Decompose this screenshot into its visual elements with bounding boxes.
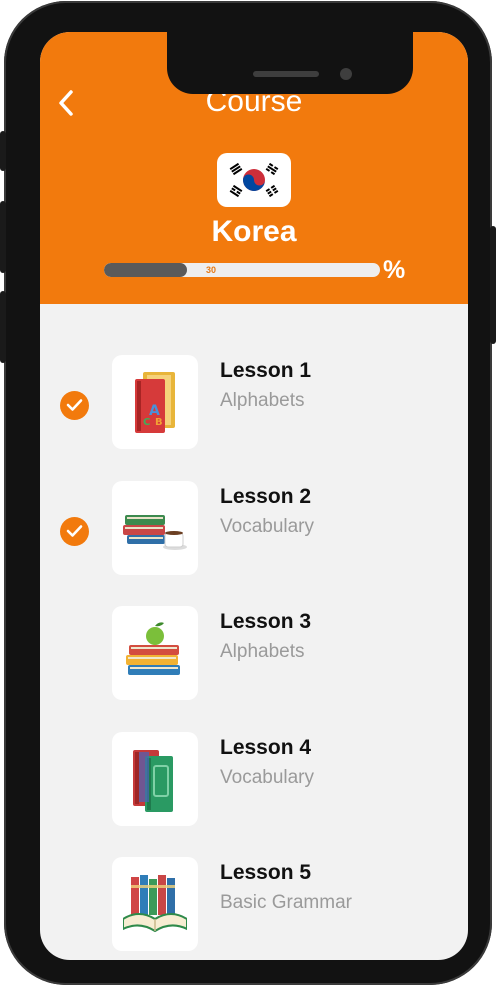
progress-fill [104,263,187,277]
country-name: Korea [211,215,297,248]
lesson-subtitle: Alphabets [220,641,305,662]
lesson-item-2[interactable]: Lesson 2 Vocabulary [40,481,468,581]
volume-down-button [0,291,6,363]
lesson-title: Lesson 3 [220,610,312,633]
lesson-item-3[interactable]: Lesson 3 Alphabets [40,606,468,706]
lesson-subtitle: Vocabulary [220,767,315,788]
phone-frame: Course Korea 30 % A C B Lesson 1 Alphabe… [0,1,496,985]
svg-text:C: C [143,417,150,428]
lesson-title: Lesson 1 [220,359,312,382]
lesson-thumbnail [112,481,198,575]
notch [167,32,413,94]
course-progress-bar: 30 [104,263,380,277]
lesson-subtitle: Vocabulary [220,516,315,537]
lesson-thumbnail [112,857,198,951]
south-korea-flag-icon [223,158,285,202]
svg-text:B: B [155,417,163,428]
lesson-title: Lesson 5 [220,861,312,884]
standing-books-icon [133,750,173,812]
mute-switch [0,131,6,171]
volume-up-button [0,201,6,273]
progress-value: 30 [205,265,216,275]
lesson-subtitle: Basic Grammar [220,892,352,913]
country-flag [217,153,291,207]
lesson-item-5[interactable]: Lesson 5 Basic Grammar [40,857,468,957]
books-with-apple-icon [126,622,180,675]
check-icon [66,525,83,537]
app-screen: Course Korea 30 % A C B Lesson 1 Alphabe… [40,32,468,960]
lesson-thumbnail [112,606,198,700]
percent-sign: % [383,256,406,284]
lesson-title: Lesson 2 [220,485,312,508]
alphabet-book-icon: A C B [135,372,175,433]
lesson-thumbnail: A C B [112,355,198,449]
lesson-item-1[interactable]: A C B Lesson 1 Alphabets [40,355,468,455]
speaker-grille [253,71,319,77]
front-camera [340,68,352,80]
open-book-library-icon [123,875,187,933]
lesson-title: Lesson 4 [220,736,312,759]
completed-check [60,517,89,546]
lesson-item-4[interactable]: Lesson 4 Vocabulary [40,732,468,832]
power-button [490,226,496,344]
lesson-thumbnail [112,732,198,826]
books-and-coffee-icon [123,515,187,550]
lesson-subtitle: Alphabets [220,390,305,411]
check-icon [66,399,83,411]
completed-check [60,391,89,420]
